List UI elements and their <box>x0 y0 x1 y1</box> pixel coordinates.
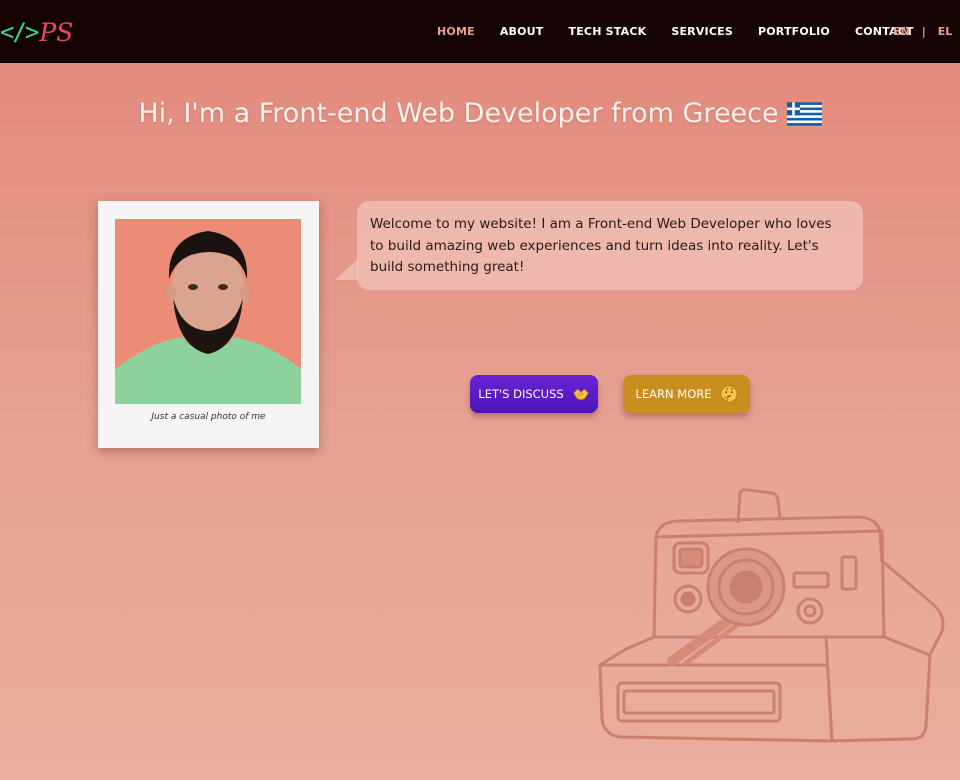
profile-portrait-illustration <box>115 219 301 404</box>
lang-separator: | <box>921 25 926 38</box>
lets-discuss-label: LET'S DISCUSS <box>478 387 564 401</box>
hero-title-text: Hi, I'm a Front-end Web Developer from G… <box>138 98 779 129</box>
speech-bubble-tail <box>335 258 359 280</box>
lets-discuss-button[interactable]: LET'S DISCUSS <box>470 375 598 413</box>
language-switcher: EN | EL <box>893 0 952 63</box>
photo-caption: Just a casual photo of me <box>151 412 266 422</box>
nav-link-services[interactable]: SERVICES <box>671 25 733 38</box>
logo-initials: PS <box>39 17 74 47</box>
nav-link-home[interactable]: HOME <box>437 25 475 38</box>
hero-heading: Hi, I'm a Front-end Web Developer from G… <box>0 98 960 129</box>
nav-link-about[interactable]: ABOUT <box>500 25 544 38</box>
site-logo[interactable]: </> PS <box>0 14 73 50</box>
handshake-emoji-icon <box>572 388 589 400</box>
greece-flag-icon <box>786 101 822 126</box>
lang-el-option[interactable]: EL <box>938 25 953 38</box>
learn-more-label: LEARN MORE <box>635 387 712 401</box>
nav-link-portfolio[interactable]: PORTFOLIO <box>758 25 830 38</box>
welcome-speech-bubble: Welcome to my website! I am a Front-end … <box>357 201 863 290</box>
polaroid-photo-card: Just a casual photo of me <box>98 201 319 448</box>
nav-link-tech-stack[interactable]: TECH STACK <box>569 25 647 38</box>
profile-photo <box>115 219 301 404</box>
thinking-face-emoji-icon <box>719 385 738 403</box>
nav-links: HOME ABOUT TECH STACK SERVICES PORTFOLIO… <box>437 0 914 63</box>
learn-more-button[interactable]: LEARN MORE <box>623 375 750 413</box>
welcome-text: Welcome to my website! I am a Front-end … <box>370 216 832 275</box>
camera-illustration <box>598 488 945 743</box>
lang-en-option[interactable]: EN <box>893 25 910 38</box>
logo-code-symbol: </> <box>0 18 39 46</box>
navbar: </> PS HOME ABOUT TECH STACK SERVICES PO… <box>0 0 960 63</box>
